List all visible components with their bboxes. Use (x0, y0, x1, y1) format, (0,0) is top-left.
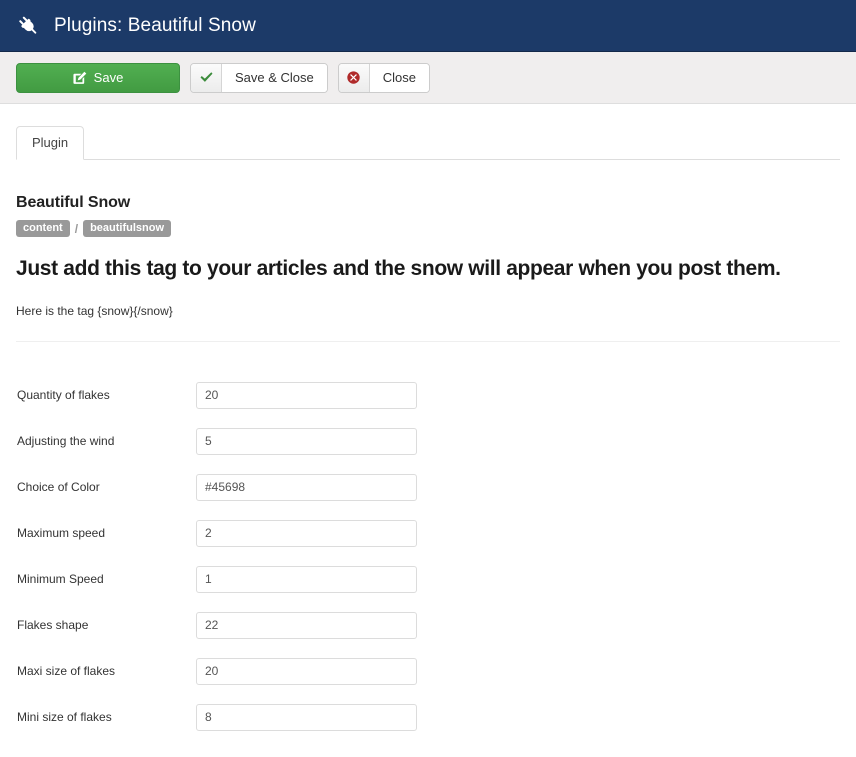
label-adjusting-the-wind: Adjusting the wind (17, 434, 115, 448)
page-header: Plugins: Beautiful Snow (0, 0, 856, 52)
label-choice-of-color: Choice of Color (17, 480, 100, 494)
field-row-choice-of-color: Choice of Color (16, 464, 840, 510)
plugin-tagline: Just add this tag to your articles and t… (16, 257, 781, 280)
field-row-adjusting-the-wind: Adjusting the wind (16, 418, 840, 464)
input-adjusting-the-wind[interactable] (196, 427, 417, 455)
label-maxi-size-of-flakes: Maxi size of flakes (17, 664, 116, 678)
badge-separator: / (74, 221, 79, 236)
input-maximum-speed[interactable] (196, 519, 417, 547)
content-divider (16, 341, 840, 342)
plugin-type-breadcrumb: content / beautifulsnow (16, 220, 840, 237)
tab-strip: Plugin (16, 126, 840, 160)
tab-region: Plugin (0, 104, 856, 160)
field-row-minimum-speed: Minimum Speed (16, 556, 840, 602)
save-and-close-label: Save & Close (222, 63, 327, 92)
close-circle-icon (338, 63, 370, 92)
tab-plugin[interactable]: Plugin (16, 126, 85, 160)
save-button-group: Save (16, 62, 180, 93)
field-row-quantity-of-flakes: Quantity of flakes (16, 372, 840, 418)
label-maximum-speed: Maximum speed (17, 526, 106, 540)
save-and-close-button[interactable]: Save & Close (190, 62, 328, 93)
save-button[interactable]: Save (16, 62, 180, 93)
save-close-button-group: Save & Close (190, 62, 328, 93)
badge-plugin-group: content (16, 220, 70, 237)
field-row-mini-size-of-flakes: Mini size of flakes (16, 694, 840, 740)
label-mini-size-of-flakes: Mini size of flakes (17, 710, 112, 724)
page-title: Plugins: Beautiful Snow (54, 14, 256, 36)
close-button-group: Close (337, 62, 431, 93)
close-label: Close (369, 63, 430, 92)
plugin-tag-note: Here is the tag {snow}{/snow} (16, 304, 173, 318)
main-content: Beautiful Snow content / beautifulsnow J… (0, 193, 856, 740)
close-button[interactable]: Close (337, 62, 431, 93)
input-mini-size-of-flakes[interactable] (196, 703, 417, 731)
label-flakes-shape: Flakes shape (17, 618, 89, 632)
check-icon (191, 63, 222, 92)
plugin-name-heading: Beautiful Snow (16, 194, 131, 211)
plugin-options-form: Quantity of flakes Adjusting the wind Ch… (16, 372, 840, 740)
field-row-maximum-speed: Maximum speed (16, 510, 840, 556)
input-flakes-shape[interactable] (196, 611, 417, 639)
input-maxi-size-of-flakes[interactable] (196, 657, 417, 685)
plug-icon (16, 13, 42, 39)
input-minimum-speed[interactable] (196, 565, 417, 593)
edit-pencil-square-icon (73, 71, 87, 85)
toolbar: Save Save & Close Close (0, 52, 856, 104)
field-row-flakes-shape: Flakes shape (16, 602, 840, 648)
label-quantity-of-flakes: Quantity of flakes (17, 388, 110, 402)
input-choice-of-color[interactable] (196, 473, 417, 501)
save-button-label: Save (93, 70, 124, 85)
field-row-maxi-size-of-flakes: Maxi size of flakes (16, 648, 840, 694)
label-minimum-speed: Minimum Speed (17, 572, 104, 586)
input-quantity-of-flakes[interactable] (196, 381, 417, 409)
badge-plugin-element: beautifulsnow (83, 220, 172, 237)
